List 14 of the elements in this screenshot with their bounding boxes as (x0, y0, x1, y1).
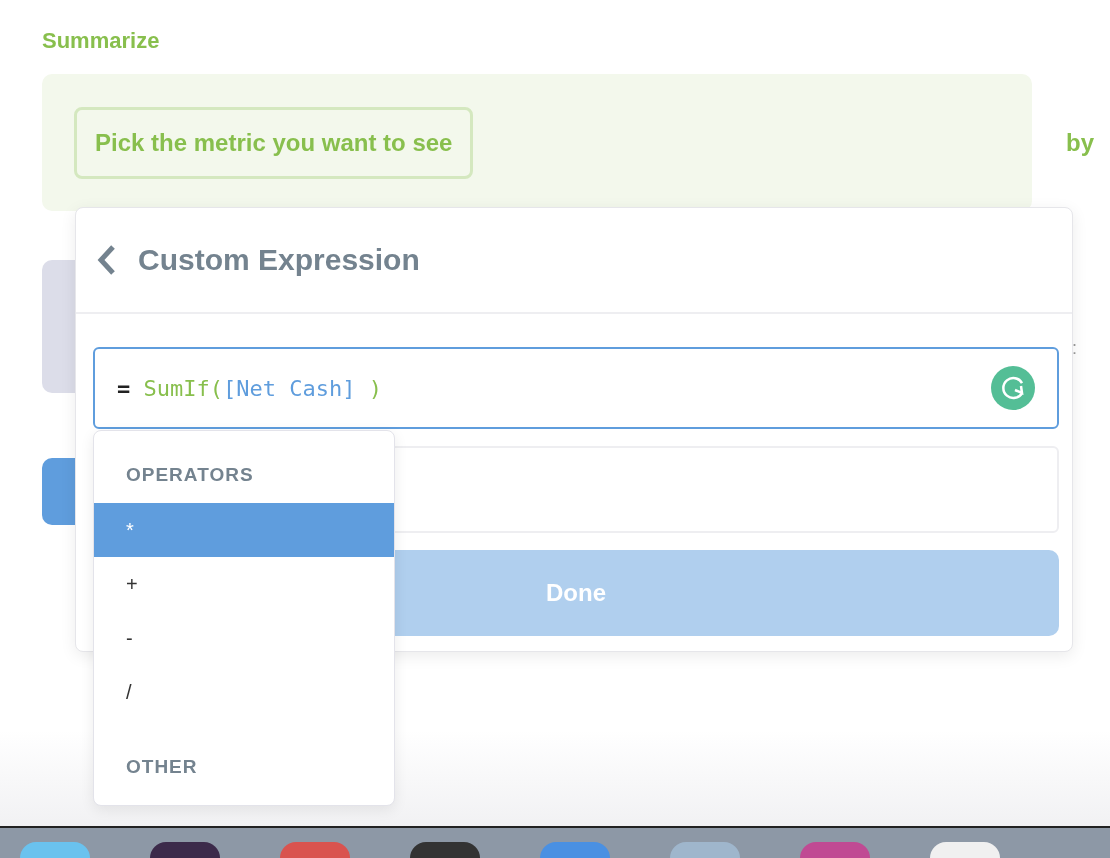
expression-field[interactable]: = SumIf([Net Cash] ) (93, 347, 1059, 429)
group-heading: OPERATORS (125, 463, 255, 487)
popover-title: Custom Expression (138, 243, 420, 277)
back-chevron-icon[interactable] (96, 244, 118, 276)
app-icon[interactable] (150, 842, 220, 858)
group-heading: OTHER (125, 755, 199, 779)
colon-mark: : (1072, 338, 1077, 359)
operator-option[interactable]: + (94, 557, 394, 611)
operator-option[interactable]: / (94, 665, 394, 719)
app-icon[interactable] (410, 842, 480, 858)
app-icon[interactable] (930, 842, 1000, 858)
grammar-g-icon[interactable] (991, 366, 1035, 410)
section-title: Summarize (42, 28, 161, 55)
by-label: by (1066, 128, 1094, 157)
